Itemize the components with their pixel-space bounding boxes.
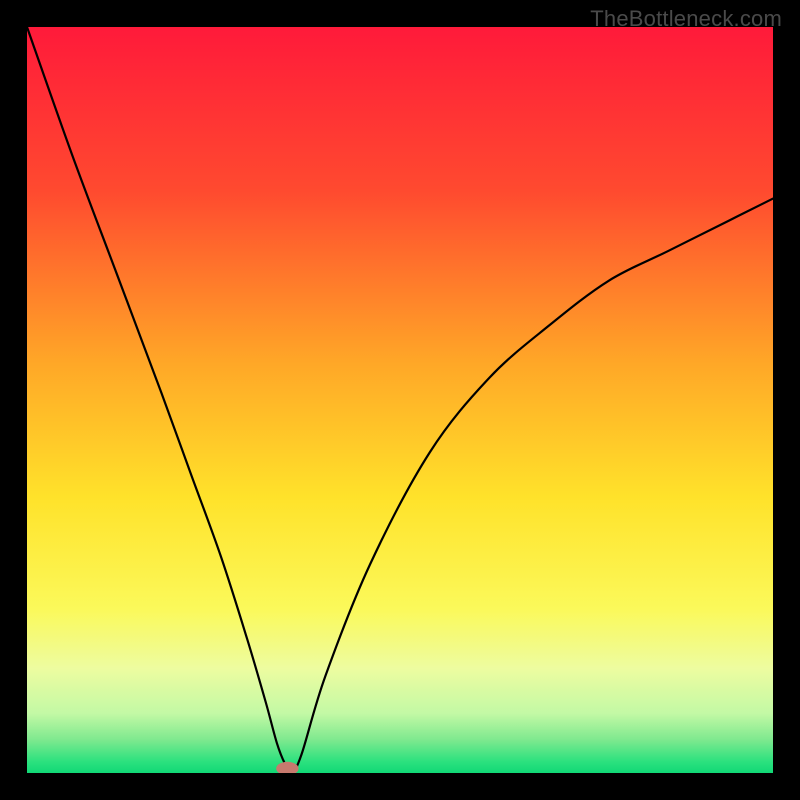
- plot-svg: [27, 27, 773, 773]
- plot-area: [27, 27, 773, 773]
- watermark-text: TheBottleneck.com: [590, 6, 782, 32]
- gradient-background: [27, 27, 773, 773]
- chart-frame: TheBottleneck.com: [0, 0, 800, 800]
